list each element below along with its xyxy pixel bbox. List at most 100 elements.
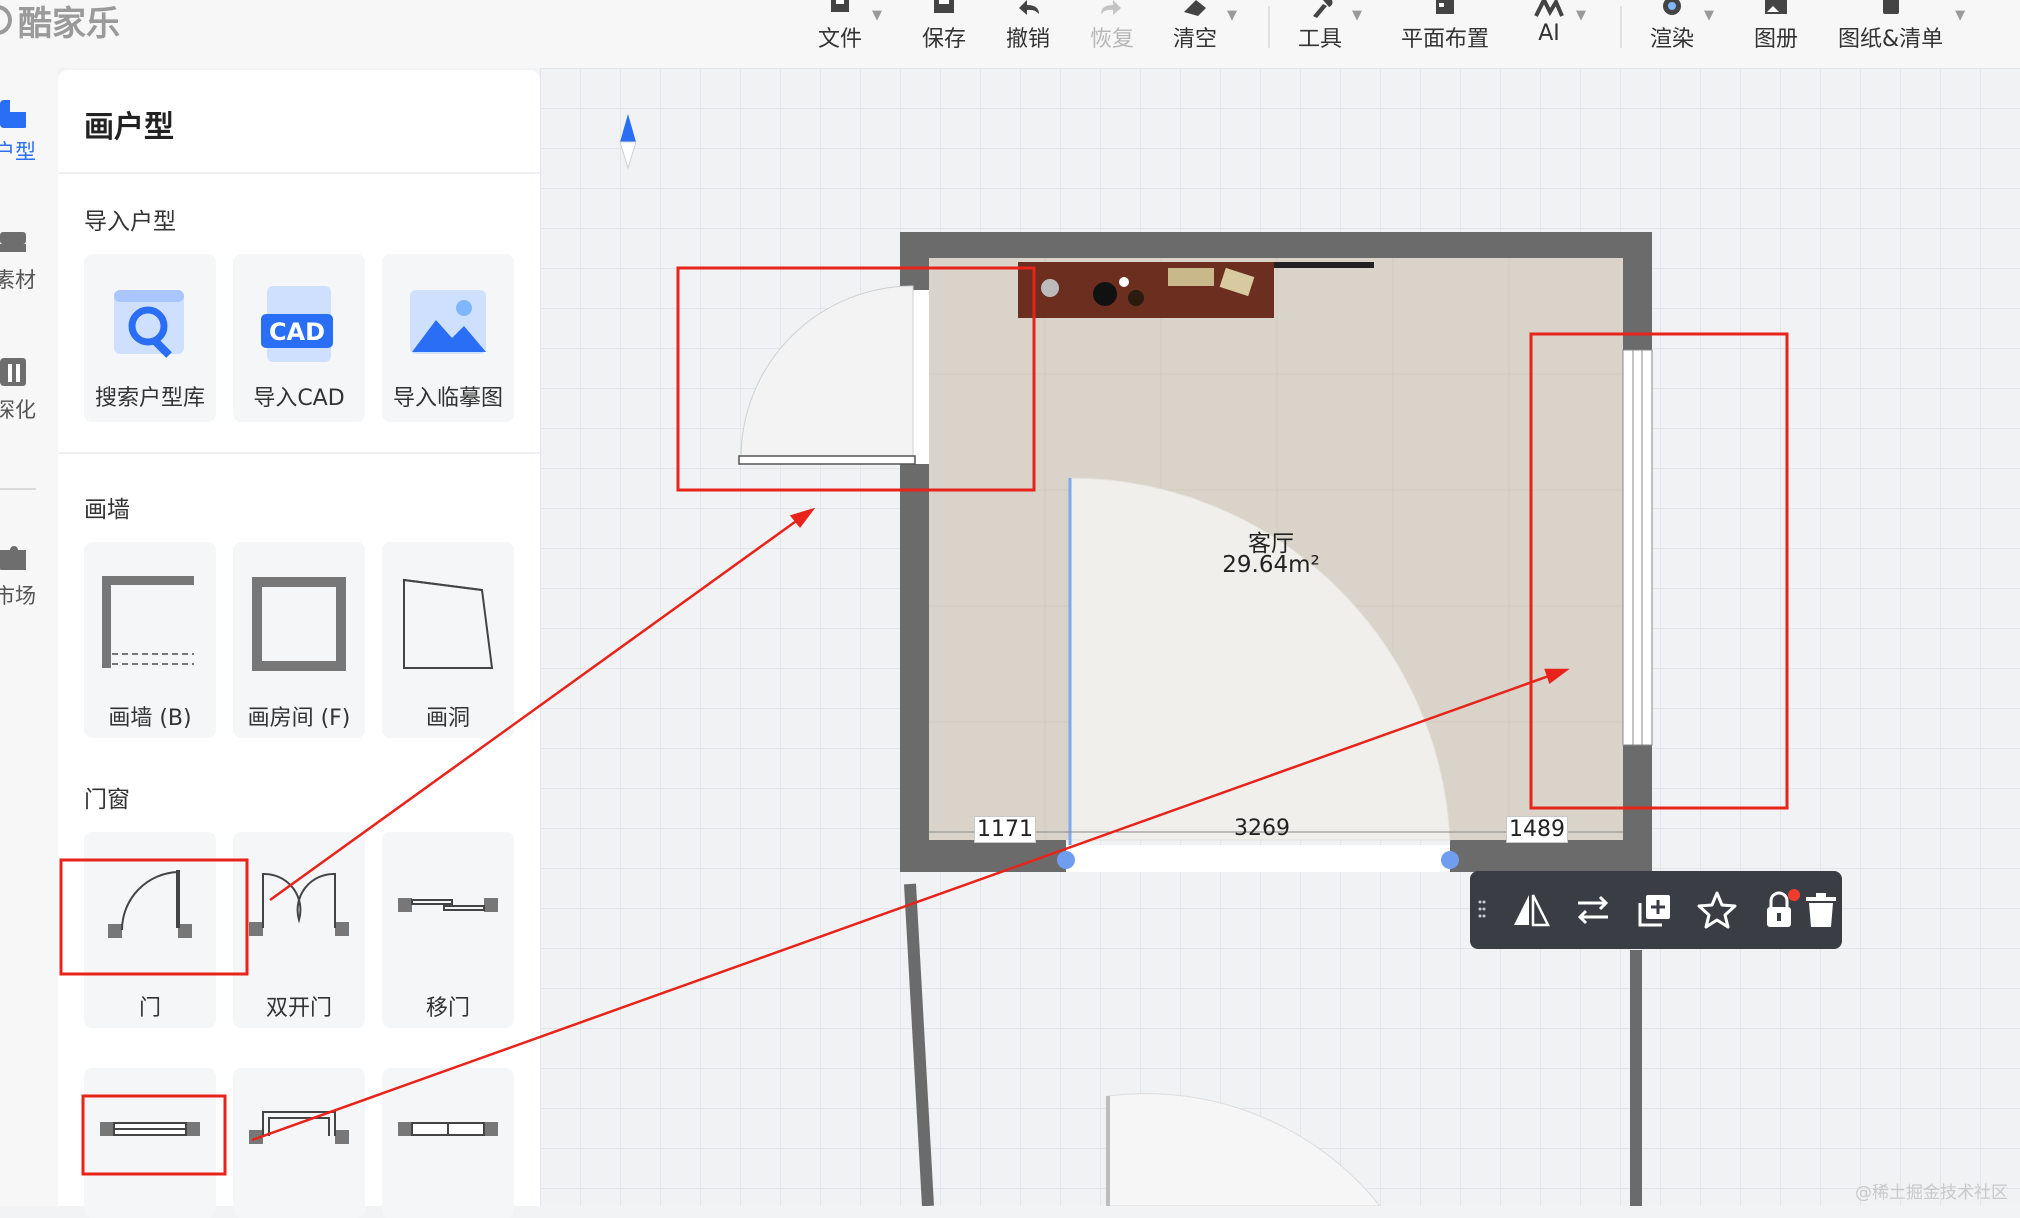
double-door-button[interactable]: 双开门 [233,832,365,1028]
toolbar-render-button[interactable]: 渲染 ▼ [1650,0,1714,60]
panel-divider [58,452,540,454]
toolbar-save-label: 保存 [922,27,967,52]
toolbar-drawings-label: 图纸&清单 [1838,27,1944,52]
toolbar-divider [1268,6,1270,48]
toolbar-undo-button[interactable]: 撤销 [1006,0,1050,60]
sliding-door-button[interactable]: 移门 [382,832,514,1028]
rail-item-label: 市场 [0,584,36,608]
app-logo[interactable]: 酷家乐 [0,0,120,44]
toolbar-layout-button[interactable]: 平面布置 [1401,0,1489,60]
detail-icon [0,358,26,386]
door-button[interactable]: 门 [84,832,216,1028]
floorplan-icon [0,100,26,128]
card-label: 移门 [425,996,470,1021]
toolbar-clear-button[interactable]: 清空 ▼ [1173,0,1237,60]
layout-icon [1436,0,1454,14]
dimension-middle[interactable]: 3269 [1232,816,1292,841]
sliding-door-icon [398,898,498,912]
french-window-button[interactable] [382,1068,514,1218]
redo-icon [1101,0,1121,15]
toolbar-divider [1620,6,1622,48]
logo-mark-icon [0,5,12,35]
file-icon [831,0,849,12]
rail-item-label: 深化 [0,398,36,422]
toolbar-layout-label: 平面布置 [1401,27,1490,52]
undo-icon [1019,0,1039,15]
magnifier-icon [114,290,184,358]
save-icon [934,0,954,13]
card-label: 门 [138,996,161,1021]
chevron-down-icon: ▼ [872,8,883,23]
draw-wall-icon [102,576,194,668]
left-nav-rail: 户型 素材 深化 市场 [0,68,58,1206]
toolbar-redo-label: 恢复 [1090,27,1135,52]
drag-handle-icon[interactable] [1478,899,1486,923]
toolbar-album-label: 图册 [1754,27,1799,52]
draw-opening-button[interactable]: 画洞 [382,542,514,738]
selection-toolbar [1470,871,1842,949]
import-cad-button[interactable]: CAD 导入CAD [233,254,365,422]
rail-item-detail[interactable]: 深化 [0,358,58,424]
cad-file-icon: CAD [261,286,333,362]
duplicate-icon[interactable] [1634,889,1676,931]
eraser-icon [1184,0,1206,16]
dimension-left[interactable]: 1171 [974,816,1036,843]
import-trace-image-button[interactable]: 导入临摹图 [382,254,514,422]
chevron-down-icon: ▼ [1704,8,1715,23]
chevron-down-icon: ▼ [1576,8,1586,23]
dimension-right[interactable]: 1489 [1506,816,1568,843]
toolbar-ai-label: AI [1538,21,1560,46]
card-label: 导入临摹图 [392,386,503,411]
floorplan-panel: 画户型 导入户型 搜索户型库 CAD 导入CAD 导入临摹图 画墙 画墙 (B)… [58,70,540,1218]
design-canvas[interactable] [540,68,2020,1206]
swap-icon[interactable] [1572,889,1614,931]
album-icon [1765,0,1787,14]
puzzle-icon [0,546,26,570]
logo-text: 酷家乐 [18,3,120,44]
chevron-down-icon: ▼ [1955,8,1966,23]
section-title-import: 导入户型 [84,209,176,235]
delete-icon[interactable] [1800,889,1842,931]
room-area: 29.64m² [1222,552,1320,578]
toolbar-album-button[interactable]: 图册 [1754,0,1798,60]
rail-item-floorplan[interactable]: 户型 [0,100,58,166]
window-button[interactable] [84,1068,216,1218]
bay-window-button[interactable] [233,1068,365,1218]
top-toolbar: 酷家乐 文件 ▼ 保存 撤销 恢复 清空 ▼ 工具 ▼ 平面布置 AI ▼ 渲染… [0,0,2020,68]
door-icon [108,870,192,938]
card-label: 画房间 (F) [247,706,351,731]
window-icon [100,1122,200,1136]
card-label: 双开门 [265,996,332,1021]
mirror-icon[interactable] [1510,889,1552,931]
double-door-icon [249,872,349,936]
toolbar-ai-button[interactable]: AI ▼ [1532,0,1586,60]
toolbar-tools-button[interactable]: 工具 ▼ [1298,0,1362,60]
star-icon[interactable] [1696,889,1738,931]
draw-wall-button[interactable]: 画墙 (B) [84,542,216,738]
toolbar-file-label: 文件 [818,27,863,52]
toolbar-save-button[interactable]: 保存 [922,0,966,60]
rail-item-materials[interactable]: 素材 [0,228,58,294]
sofa-icon [0,232,26,252]
rail-item-label: 户型 [0,140,36,164]
rail-item-market[interactable]: 市场 [0,544,58,610]
watermark: @稀土掘金技术社区 [1855,1183,2008,1203]
toolbar-clear-label: 清空 [1173,27,1218,52]
toolbar-undo-label: 撤销 [1006,27,1051,52]
toolbar-redo-button[interactable]: 恢复 [1090,0,1134,60]
toolbar-file-button[interactable]: 文件 ▼ [818,0,882,60]
draw-opening-icon [403,578,494,669]
toolbar-tools-label: 工具 [1298,27,1343,52]
drawings-icon [1882,0,1899,14]
panel-divider [58,172,540,174]
rail-divider [0,488,36,490]
card-label: 画洞 [425,706,470,731]
chevron-down-icon: ▼ [1352,8,1363,23]
lock-icon[interactable] [1758,889,1800,931]
draw-room-button[interactable]: 画房间 (F) [233,542,365,738]
bay-window-icon [249,1111,349,1144]
toolbar-drawings-button[interactable]: 图纸&清单 ▼ [1838,0,1965,60]
section-title-doors: 门窗 [84,787,130,813]
panel-title: 画户型 [84,110,174,145]
search-floorplan-library-button[interactable]: 搜索户型库 [84,254,216,422]
